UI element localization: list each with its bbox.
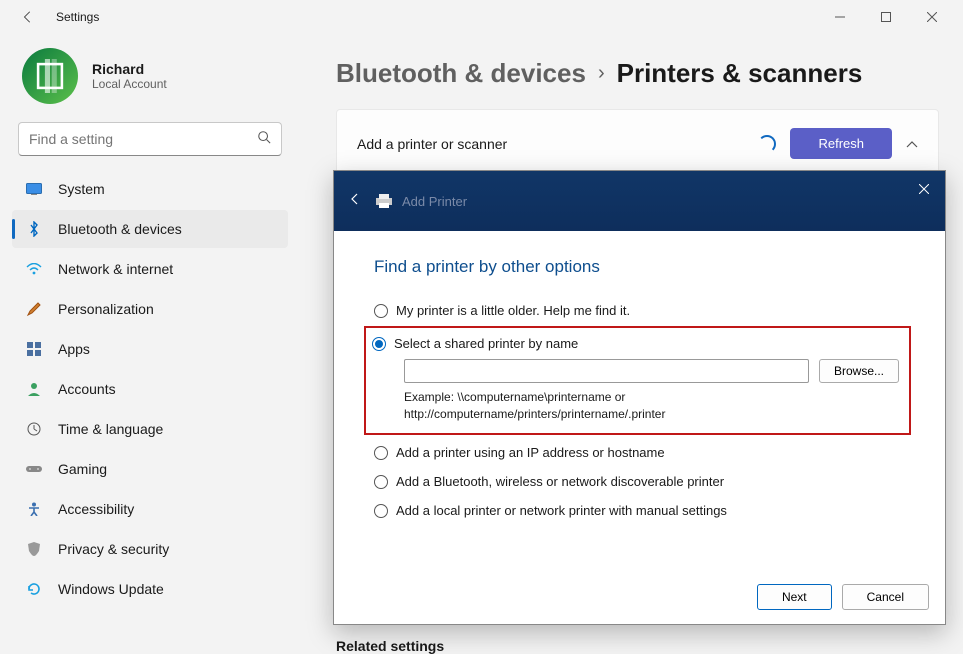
search-input[interactable] <box>29 131 257 147</box>
breadcrumb-parent[interactable]: Bluetooth & devices <box>336 58 586 89</box>
refresh-button[interactable]: Refresh <box>790 128 892 159</box>
shared-printer-path-input[interactable] <box>404 359 809 383</box>
sidebar-item-accounts[interactable]: Accounts <box>12 370 288 408</box>
sidebar-item-label: Privacy & security <box>58 541 169 557</box>
close-window-button[interactable] <box>909 0 955 34</box>
dialog-title: Add Printer <box>402 194 467 209</box>
sidebar-item-gaming[interactable]: Gaming <box>12 450 288 488</box>
chevron-right-icon: › <box>598 62 605 85</box>
sidebar-item-label: Bluetooth & devices <box>58 221 182 237</box>
sidebar-item-label: Accessibility <box>58 501 134 517</box>
option-label: Add a Bluetooth, wireless or network dis… <box>396 474 724 489</box>
example-text: Example: \\computername\printername or h… <box>404 389 899 423</box>
minimize-button[interactable] <box>817 0 863 34</box>
sidebar-item-system[interactable]: System <box>12 170 288 208</box>
sidebar-item-personalization[interactable]: Personalization <box>12 290 288 328</box>
sidebar-item-privacy[interactable]: Privacy & security <box>12 530 288 568</box>
highlight-box: Select a shared printer by name Browse..… <box>364 326 911 435</box>
sidebar-item-time-language[interactable]: Time & language <box>12 410 288 448</box>
chevron-up-icon[interactable] <box>906 137 918 151</box>
sidebar-item-label: Apps <box>58 341 90 357</box>
sidebar-item-label: Personalization <box>58 301 154 317</box>
option-label: Add a local printer or network printer w… <box>396 503 727 518</box>
option-older-printer[interactable]: My printer is a little older. Help me fi… <box>374 303 905 318</box>
search-icon <box>257 130 271 149</box>
option-shared-printer[interactable]: Select a shared printer by name <box>372 336 899 351</box>
clock-icon <box>26 421 42 437</box>
card-label: Add a printer or scanner <box>357 136 744 152</box>
breadcrumb: Bluetooth & devices › Printers & scanner… <box>336 58 939 89</box>
bluetooth-icon <box>26 221 42 237</box>
paintbrush-icon <box>26 301 42 317</box>
radio-icon <box>374 304 388 318</box>
radio-checked-icon <box>372 337 386 351</box>
sidebar-item-label: System <box>58 181 105 197</box>
add-printer-card: Add a printer or scanner Refresh <box>336 109 939 178</box>
browse-button[interactable]: Browse... <box>819 359 899 383</box>
update-icon <box>26 581 42 597</box>
dialog-heading: Find a printer by other options <box>374 257 905 277</box>
sidebar-item-label: Accounts <box>58 381 116 397</box>
option-label: Select a shared printer by name <box>394 336 578 351</box>
search-box[interactable] <box>18 122 282 156</box>
sidebar-item-bluetooth-devices[interactable]: Bluetooth & devices <box>12 210 288 248</box>
printer-icon <box>374 193 394 209</box>
sidebar-item-label: Time & language <box>58 421 163 437</box>
loading-spinner-icon <box>758 135 776 153</box>
maximize-button[interactable] <box>863 0 909 34</box>
window-title: Settings <box>56 10 99 24</box>
user-name: Richard <box>92 61 167 77</box>
sidebar-item-apps[interactable]: Apps <box>12 330 288 368</box>
dialog-close-button[interactable] <box>909 177 939 201</box>
sidebar-item-label: Windows Update <box>58 581 164 597</box>
system-icon <box>26 181 42 197</box>
option-bluetooth-wireless[interactable]: Add a Bluetooth, wireless or network dis… <box>374 474 905 489</box>
shield-icon <box>26 541 42 557</box>
wifi-icon <box>26 261 42 277</box>
radio-icon <box>374 475 388 489</box>
user-block[interactable]: Richard Local Account <box>12 42 288 122</box>
gaming-icon <box>26 461 42 477</box>
accessibility-icon <box>26 501 42 517</box>
sidebar-item-accessibility[interactable]: Accessibility <box>12 490 288 528</box>
person-icon <box>26 381 42 397</box>
apps-icon <box>26 341 42 357</box>
option-local-printer[interactable]: Add a local printer or network printer w… <box>374 503 905 518</box>
add-printer-dialog: Add Printer Find a printer by other opti… <box>333 170 946 625</box>
cancel-button[interactable]: Cancel <box>842 584 929 610</box>
avatar <box>22 48 78 104</box>
option-label: My printer is a little older. Help me fi… <box>396 303 630 318</box>
sidebar-item-windows-update[interactable]: Windows Update <box>12 570 288 608</box>
radio-icon <box>374 504 388 518</box>
sidebar-item-label: Network & internet <box>58 261 173 277</box>
sidebar-item-label: Gaming <box>58 461 107 477</box>
radio-icon <box>374 446 388 460</box>
user-subtitle: Local Account <box>92 77 167 91</box>
next-button[interactable]: Next <box>757 584 832 610</box>
option-label: Add a printer using an IP address or hos… <box>396 445 665 460</box>
back-button[interactable] <box>8 0 48 34</box>
option-ip-address[interactable]: Add a printer using an IP address or hos… <box>374 445 905 460</box>
dialog-back-button[interactable] <box>348 192 362 211</box>
page-title: Printers & scanners <box>617 58 863 89</box>
sidebar-item-network[interactable]: Network & internet <box>12 250 288 288</box>
